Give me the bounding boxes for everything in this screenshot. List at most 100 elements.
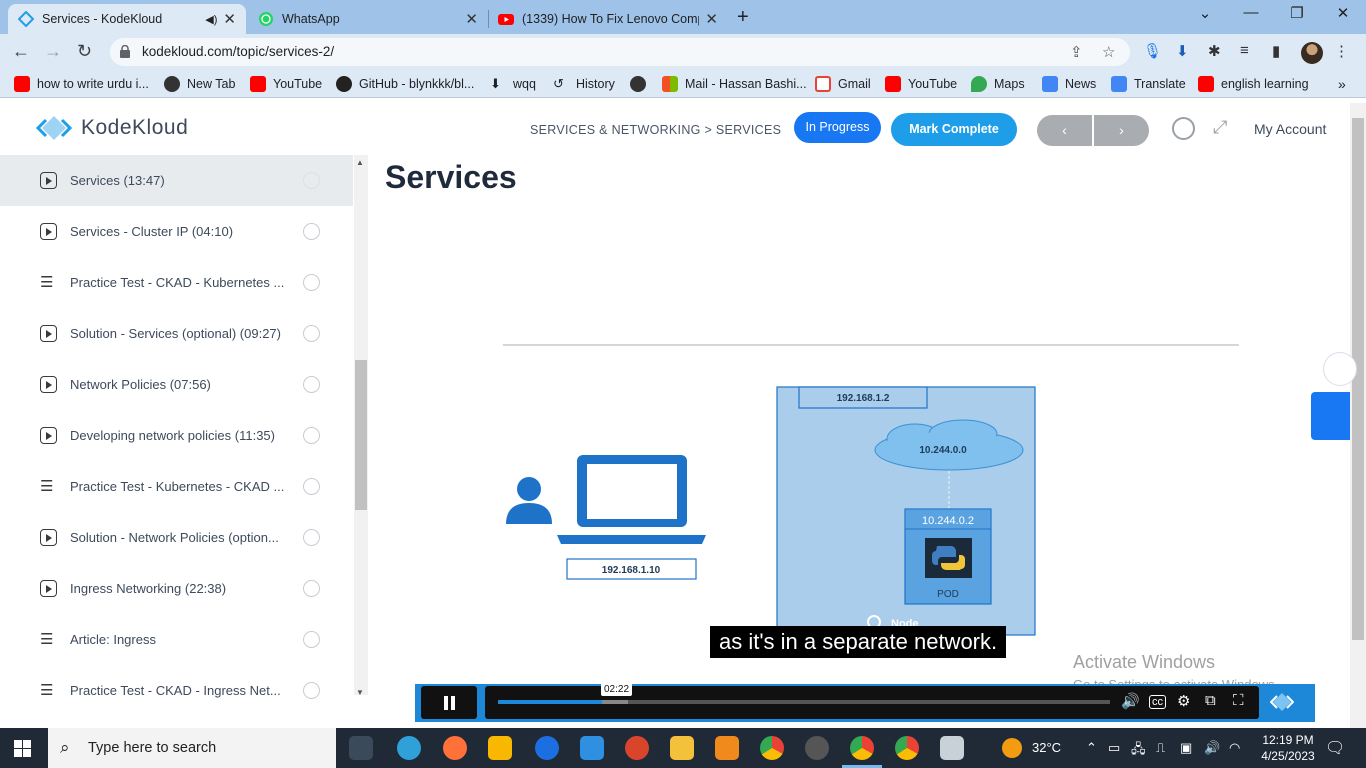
firefox-icon[interactable]: [443, 736, 467, 760]
completion-circle-icon[interactable]: [303, 172, 320, 189]
bookmark-item[interactable]: YouTube: [885, 76, 957, 92]
bookmark-item[interactable]: Translate: [1111, 76, 1186, 92]
tab-whatsapp[interactable]: WhatsApp ✕: [248, 4, 488, 34]
taskbar-search[interactable]: ⌕ Type here to search: [48, 728, 336, 768]
seek-bar[interactable]: 02:22: [498, 683, 1110, 704]
tray-wifi-icon[interactable]: ◠: [1229, 740, 1240, 756]
microphone-icon[interactable]: 🎙: [1143, 42, 1162, 60]
extensions-icon[interactable]: ✱: [1208, 42, 1221, 60]
completion-circle-icon[interactable]: [303, 427, 320, 444]
sidebar-lesson-item[interactable]: Ingress Networking (22:38): [0, 563, 353, 614]
close-tab-icon[interactable]: ✕: [223, 10, 236, 28]
bookmark-item[interactable]: ↺ History: [553, 76, 615, 92]
closed-captions-icon[interactable]: cc: [1149, 695, 1166, 709]
media-control-icon[interactable]: ≡: [1240, 42, 1249, 59]
address-bar[interactable]: kodekloud.com/topic/services-2/ ⇪ ☆: [110, 38, 1130, 66]
scroll-down-icon[interactable]: ▼: [356, 688, 364, 697]
sidebar-lesson-item[interactable]: ☰ Practice Test - CKAD - Ingress Net...: [0, 665, 353, 716]
bookmark-item[interactable]: YouTube: [250, 76, 322, 92]
task-view-icon[interactable]: [349, 736, 373, 760]
bookmark-item[interactable]: GitHub - blynkkk/bl...: [336, 76, 474, 92]
menu-icon[interactable]: ⋮: [1334, 42, 1349, 60]
bookmark-item[interactable]: ⬇ wqq: [490, 76, 536, 92]
sidebar-scroll-thumb[interactable]: [355, 360, 367, 510]
bookmark-item[interactable]: New Tab: [164, 76, 235, 92]
settings-gear-icon[interactable]: ⚙: [1177, 692, 1190, 710]
more-bookmarks-icon[interactable]: »: [1338, 76, 1346, 92]
weather-temp[interactable]: 32°C: [1032, 740, 1061, 755]
completion-circle-icon[interactable]: [303, 478, 320, 495]
fullscreen-icon[interactable]: ⤢: [1213, 117, 1227, 138]
sidebar-lesson-item[interactable]: ☰ Practice Test - Kubernetes - CKAD ...: [0, 461, 353, 512]
completion-circle-icon[interactable]: [303, 325, 320, 342]
bookmark-item[interactable]: Gmail: [815, 76, 871, 92]
weather-sun-icon[interactable]: [1002, 738, 1022, 758]
completion-circle-icon[interactable]: [303, 223, 320, 240]
close-tab-icon[interactable]: ✕: [465, 10, 478, 28]
completion-circle-icon[interactable]: [303, 274, 320, 291]
tray-device-icon[interactable]: ▭: [1108, 740, 1120, 756]
back-icon[interactable]: ←: [12, 41, 30, 62]
obs-icon[interactable]: [805, 736, 829, 760]
chrome-icon[interactable]: [760, 736, 784, 760]
bookmark-item[interactable]: how to write urdu i...: [14, 76, 149, 92]
completion-circle-icon[interactable]: [303, 682, 320, 699]
edge-icon[interactable]: [397, 736, 421, 760]
dark-mode-icon[interactable]: [1172, 117, 1195, 140]
chrome-profile-icon[interactable]: [850, 736, 874, 760]
bookmark-item[interactable]: Mail - Hassan Bashi...: [662, 76, 807, 92]
notification-icon[interactable]: 🗨: [1325, 738, 1345, 758]
chat-widget-icon[interactable]: [1311, 392, 1350, 440]
in-progress-button[interactable]: In Progress: [794, 112, 881, 143]
tab-kodekloud[interactable]: Services - KodeKloud ◀) ✕: [8, 4, 246, 34]
completion-circle-icon[interactable]: [303, 529, 320, 546]
tab-search-icon[interactable]: ⌄: [1182, 4, 1228, 22]
bookmark-item[interactable]: [630, 76, 653, 92]
forward-icon[interactable]: →: [44, 41, 62, 62]
bookmark-item[interactable]: english learning: [1198, 76, 1309, 92]
snail-app-icon[interactable]: [625, 736, 649, 760]
bookmark-item[interactable]: News: [1042, 76, 1096, 92]
windows-start-icon[interactable]: [14, 740, 31, 757]
new-tab-icon[interactable]: +: [737, 6, 749, 29]
remote-app-icon[interactable]: [940, 736, 964, 760]
share-icon[interactable]: ⇪: [1070, 43, 1083, 61]
previous-lesson-button[interactable]: ‹: [1037, 115, 1092, 146]
sidebar-lesson-item[interactable]: Solution - Services (optional) (09:27): [0, 308, 353, 359]
completion-circle-icon[interactable]: [303, 376, 320, 393]
sidebar-lesson-item[interactable]: Services (13:47): [0, 155, 353, 206]
taskbar-clock[interactable]: 12:19 PM 4/25/2023: [1257, 732, 1319, 764]
scroll-up-icon[interactable]: ▲: [356, 158, 364, 167]
minimize-icon[interactable]: —: [1228, 4, 1274, 21]
mail-icon[interactable]: [580, 736, 604, 760]
chrome-profile-h-icon[interactable]: [895, 736, 919, 760]
kodekloud-player-logo-icon[interactable]: [1270, 692, 1294, 712]
tray-volume-icon[interactable]: 🔊: [1204, 740, 1220, 756]
sidebar-lesson-item[interactable]: Developing network policies (11:35): [0, 410, 353, 461]
sidebar-lesson-item[interactable]: Solution - Network Policies (option...: [0, 512, 353, 563]
sidebar-lesson-item[interactable]: Network Policies (07:56): [0, 359, 353, 410]
kodekloud-logo[interactable]: KodeKloud: [35, 115, 188, 141]
close-tab-icon[interactable]: ✕: [705, 10, 718, 28]
tray-network-icon[interactable]: 🖧: [1131, 740, 1146, 762]
bookmark-item[interactable]: Maps: [971, 76, 1025, 92]
profile-avatar[interactable]: [1301, 42, 1323, 64]
voice-widget-icon[interactable]: [1323, 352, 1357, 386]
office-icon[interactable]: [715, 736, 739, 760]
tab-youtube[interactable]: (1339) How To Fix Lenovo Compu ✕: [488, 4, 728, 34]
fullscreen-video-icon[interactable]: ⛶: [1233, 692, 1244, 709]
video-player[interactable]: 192.168.1.10 192.168.1.2 10.244.0.0 10.2…: [415, 303, 1315, 723]
tray-chevron-icon[interactable]: ⌃: [1086, 740, 1097, 756]
store-icon[interactable]: [488, 736, 512, 760]
page-scroll-thumb[interactable]: [1352, 118, 1364, 640]
sidebar-lesson-item[interactable]: ☰ Practice Test - CKAD - Kubernetes ...: [0, 257, 353, 308]
download-extension-icon[interactable]: ⬇: [1176, 42, 1189, 60]
close-window-icon[interactable]: ✕: [1320, 4, 1366, 22]
tray-usb-icon[interactable]: ⎍: [1156, 740, 1165, 756]
side-panel-icon[interactable]: ▮: [1272, 42, 1280, 60]
completion-circle-icon[interactable]: [303, 631, 320, 648]
file-explorer-icon[interactable]: [670, 736, 694, 760]
restore-icon[interactable]: ❐: [1274, 4, 1320, 22]
picture-in-picture-icon[interactable]: ⧉: [1205, 692, 1216, 709]
sidebar-lesson-item[interactable]: ☰ Article: Ingress: [0, 614, 353, 665]
